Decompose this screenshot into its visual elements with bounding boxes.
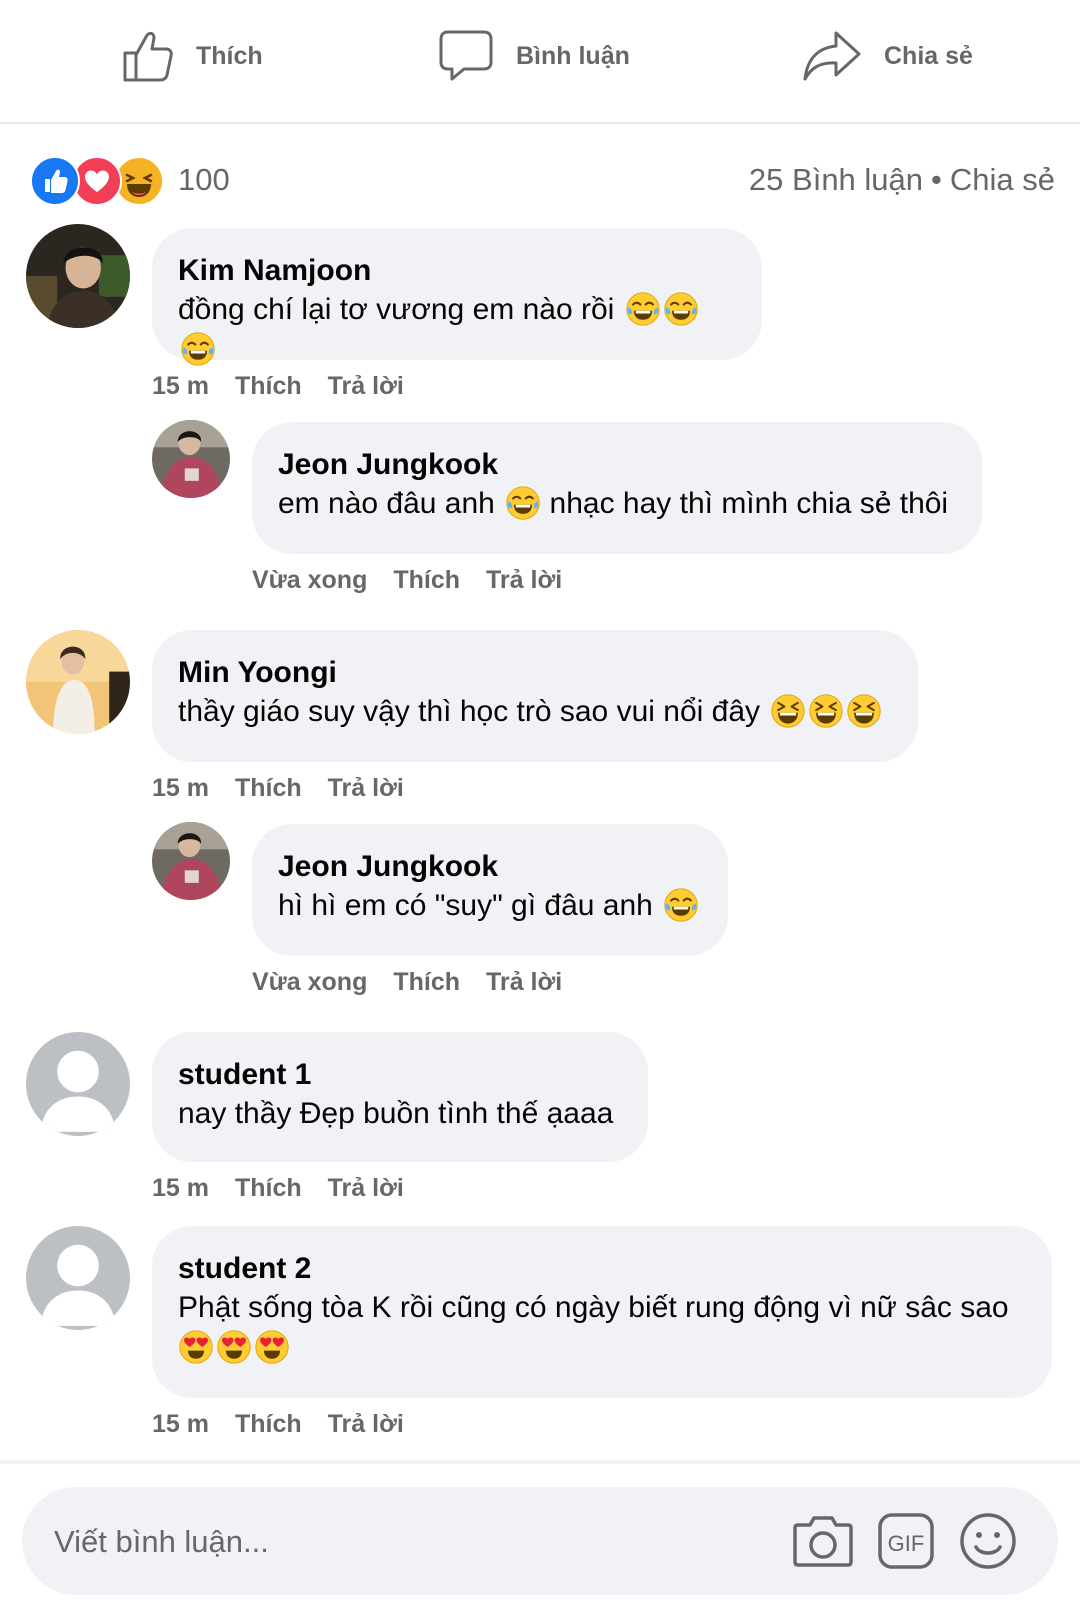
comment-bubble: student 2 Phật sống tòa K rồi cũng có ng… xyxy=(152,1226,1052,1398)
reply-bubble: Jeon Jungkook hì hì em có "suy" gì đâu a… xyxy=(252,824,728,956)
profile-photo-namjoon xyxy=(26,224,130,328)
comments-label[interactable]: Bình luận xyxy=(792,162,923,197)
reply-body-end: nhạc hay thì mình chia sẻ thôi xyxy=(549,487,949,520)
share-arrow-icon xyxy=(802,29,862,83)
heart-eyes-emoji-icon xyxy=(178,1329,214,1365)
gif-label: GIF xyxy=(888,1531,925,1556)
comment-time: 15 m xyxy=(152,1174,209,1202)
gif-icon[interactable]: GIF xyxy=(878,1513,934,1569)
comment-like-button[interactable]: Thích xyxy=(235,1174,302,1202)
comment-reply-button[interactable]: Trả lời xyxy=(328,372,404,400)
profile-photo-jungkook xyxy=(152,822,230,900)
comment-body: đồng chí lại tơ vương em nào rồi xyxy=(178,293,615,326)
comment-text: đồng chí lại tơ vương em nào rồi xyxy=(178,290,736,370)
default-profile-icon xyxy=(26,1032,130,1136)
comment-actions: 15 m Thích Trả lời xyxy=(152,1174,430,1203)
heart-eyes-emoji-icon xyxy=(254,1329,290,1365)
reply-actions: Vừa xong Thích Trả lời xyxy=(252,968,588,997)
comment-author[interactable]: Min Yoongi xyxy=(178,654,892,692)
comment-actions: 15 m Thích Trả lời xyxy=(152,1410,430,1439)
reactions-summary: 100 25 Bình luận • Chia sẻ xyxy=(30,152,1055,208)
comment-count[interactable]: 25 xyxy=(749,162,783,197)
comment-time: 15 m xyxy=(152,1410,209,1438)
tears-of-joy-emoji-icon xyxy=(180,331,216,367)
avatar[interactable] xyxy=(152,420,230,498)
comment-author[interactable]: student 1 xyxy=(178,1056,622,1094)
separator-dot: • xyxy=(931,162,942,197)
avatar[interactable] xyxy=(26,1032,130,1136)
default-profile-icon xyxy=(26,1226,130,1330)
tears-of-joy-emoji-icon xyxy=(663,291,699,327)
tears-of-joy-emoji-icon xyxy=(663,887,699,923)
reaction-icons[interactable] xyxy=(30,156,170,206)
comment-bubble: Min Yoongi thầy giáo suy vậy thì học trò… xyxy=(152,630,918,762)
avatar[interactable] xyxy=(26,1226,130,1330)
share-button-label: Chia sẻ xyxy=(884,41,973,70)
reply-reply-button[interactable]: Trả lời xyxy=(486,968,562,996)
comment-composer: GIF xyxy=(22,1487,1058,1595)
like-reaction-icon xyxy=(30,156,80,206)
like-button-label: Thích xyxy=(196,41,263,70)
reply-text: hì hì em có "suy" gì đâu anh xyxy=(278,886,702,926)
post-action-bar: Thích Bình luận Chia sẻ xyxy=(0,0,1080,124)
reply-text: em nào đâu anh nhạc hay thì mình chia sẻ… xyxy=(278,484,956,524)
grinning-squinting-emoji-icon xyxy=(770,693,806,729)
comment-button[interactable]: Bình luận xyxy=(438,25,630,87)
comment-button-label: Bình luận xyxy=(516,41,630,70)
tears-of-joy-emoji-icon xyxy=(625,291,661,327)
comment-author[interactable]: Kim Namjoon xyxy=(178,252,736,290)
divider xyxy=(0,1460,1080,1464)
smiley-icon[interactable] xyxy=(958,1511,1018,1571)
comment-time: 15 m xyxy=(152,372,209,400)
comment-input[interactable] xyxy=(52,1515,756,1569)
comment-author[interactable]: student 2 xyxy=(178,1250,1026,1288)
share-count-label[interactable]: Chia sẻ xyxy=(950,162,1055,197)
camera-icon[interactable] xyxy=(792,1511,854,1569)
comment-actions: 15 m Thích Trả lời xyxy=(152,774,430,803)
avatar[interactable] xyxy=(152,822,230,900)
comment-text: nay thầy Đẹp buồn tình thế ạaaa xyxy=(178,1097,614,1130)
profile-photo-jungkook xyxy=(152,420,230,498)
grinning-squinting-emoji-icon xyxy=(846,693,882,729)
comment-bubble: student 1 nay thầy Đẹp buồn tình thế ạaa… xyxy=(152,1032,648,1162)
comment-body: thầy giáo suy vậy thì học trò sao vui nổ… xyxy=(178,695,760,728)
avatar[interactable] xyxy=(26,630,130,734)
heart-eyes-emoji-icon xyxy=(216,1329,252,1365)
comment-bubble: Kim Namjoon đồng chí lại tơ vương em nào… xyxy=(152,228,762,360)
reply-author[interactable]: Jeon Jungkook xyxy=(278,848,702,886)
reply-time: Vừa xong xyxy=(252,968,368,996)
comment-text: thầy giáo suy vậy thì học trò sao vui nổ… xyxy=(178,692,892,732)
reply-like-button[interactable]: Thích xyxy=(393,566,460,594)
comment-emojis xyxy=(178,1328,1026,1368)
avatar[interactable] xyxy=(26,224,130,328)
comment-reply-button[interactable]: Trả lời xyxy=(328,1410,404,1438)
speech-bubble-icon xyxy=(438,29,494,83)
reply-body-start: em nào đâu anh xyxy=(278,487,495,520)
thumbs-up-icon xyxy=(122,28,174,84)
comment-like-button[interactable]: Thích xyxy=(235,372,302,400)
comment-time: 15 m xyxy=(152,774,209,802)
reply-author[interactable]: Jeon Jungkook xyxy=(278,446,956,484)
comment-body: Phật sống tòa K rồi cũng có ngày biết ru… xyxy=(178,1291,1009,1324)
reply-body-start: hì hì em có "suy" gì đâu anh xyxy=(278,889,653,922)
comment-reply-button[interactable]: Trả lời xyxy=(328,1174,404,1202)
comment-actions: 15 m Thích Trả lời xyxy=(152,372,430,401)
reply-reply-button[interactable]: Trả lời xyxy=(486,566,562,594)
share-button[interactable]: Chia sẻ xyxy=(802,25,973,87)
comment-like-button[interactable]: Thích xyxy=(235,774,302,802)
profile-photo-yoongi xyxy=(26,630,130,734)
grinning-squinting-emoji-icon xyxy=(808,693,844,729)
tears-of-joy-emoji-icon xyxy=(505,485,541,521)
like-button[interactable]: Thích xyxy=(122,25,263,87)
comment-reply-button[interactable]: Trả lời xyxy=(328,774,404,802)
reply-bubble: Jeon Jungkook em nào đâu anh nhạc hay th… xyxy=(252,422,982,554)
comment-like-button[interactable]: Thích xyxy=(235,1410,302,1438)
reply-like-button[interactable]: Thích xyxy=(393,968,460,996)
reply-actions: Vừa xong Thích Trả lời xyxy=(252,566,588,595)
comment-share-counts: 25 Bình luận • Chia sẻ xyxy=(749,162,1055,198)
reply-time: Vừa xong xyxy=(252,566,368,594)
reaction-count[interactable]: 100 xyxy=(178,162,230,198)
